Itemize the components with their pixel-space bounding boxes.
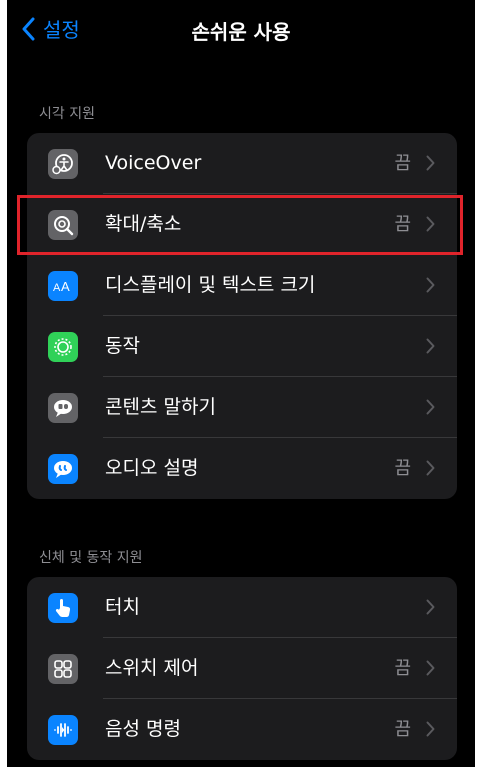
row-label: 오디오 설명 xyxy=(105,457,199,479)
section-header-physical: 신체 및 동작 지원 xyxy=(39,550,143,566)
row-label: VoiceOver xyxy=(105,152,202,174)
chevron-right-icon xyxy=(426,338,435,354)
physical-motor-group: 터치 스위치 제어 끔 음성 명령 끔 xyxy=(27,577,457,760)
page-title: 손쉬운 사용 xyxy=(191,20,291,44)
row-label: 콘텐츠 말하기 xyxy=(105,396,216,418)
motion-icon xyxy=(48,332,78,362)
screen: 설정 손쉬운 사용 시각 지원 VoiceOver 끔 확대/축소 끔 AA 디… xyxy=(7,0,475,767)
chevron-right-icon xyxy=(426,277,435,293)
chevron-right-icon xyxy=(426,155,435,171)
row-label: 음성 명령 xyxy=(105,718,181,740)
switch-control-icon xyxy=(48,654,78,684)
section-header-vision: 시각 지원 xyxy=(39,106,95,122)
voiceover-icon xyxy=(48,149,78,179)
row-spoken-content[interactable]: 콘텐츠 말하기 xyxy=(27,377,457,438)
text-size-icon: AA xyxy=(48,271,78,301)
row-motion[interactable]: 동작 xyxy=(27,316,457,377)
row-audio-descriptions[interactable]: 오디오 설명 끔 xyxy=(27,438,457,499)
navigation-bar: 설정 손쉬운 사용 xyxy=(7,0,475,60)
chevron-right-icon xyxy=(426,721,435,737)
chevron-right-icon xyxy=(426,599,435,615)
highlight-box xyxy=(17,195,463,255)
audio-description-icon xyxy=(48,454,78,484)
row-value: 끔 xyxy=(394,153,411,174)
row-label: 동작 xyxy=(105,335,140,357)
chevron-right-icon xyxy=(426,660,435,676)
chevron-right-icon xyxy=(426,460,435,476)
svg-text:A: A xyxy=(53,282,61,294)
row-switch-control[interactable]: 스위치 제어 끔 xyxy=(27,638,457,699)
touch-hand-icon xyxy=(48,593,78,623)
vision-group: VoiceOver 끔 확대/축소 끔 AA 디스플레이 및 텍스트 크기 동작… xyxy=(27,133,457,499)
row-voice-control[interactable]: 음성 명령 끔 xyxy=(27,699,457,760)
chevron-right-icon xyxy=(426,399,435,415)
row-label: 디스플레이 및 텍스트 크기 xyxy=(105,274,316,296)
row-value: 끔 xyxy=(394,458,411,479)
row-touch[interactable]: 터치 xyxy=(27,577,457,638)
row-voiceover[interactable]: VoiceOver 끔 xyxy=(27,133,457,194)
row-label: 스위치 제어 xyxy=(105,657,199,679)
row-label: 터치 xyxy=(105,596,140,618)
row-value: 끔 xyxy=(394,658,411,679)
speech-bubble-icon xyxy=(48,393,78,423)
row-display-text-size[interactable]: AA 디스플레이 및 텍스트 크기 xyxy=(27,255,457,316)
svg-text:A: A xyxy=(61,279,70,294)
row-value: 끔 xyxy=(394,719,411,740)
voice-control-icon xyxy=(48,715,78,745)
